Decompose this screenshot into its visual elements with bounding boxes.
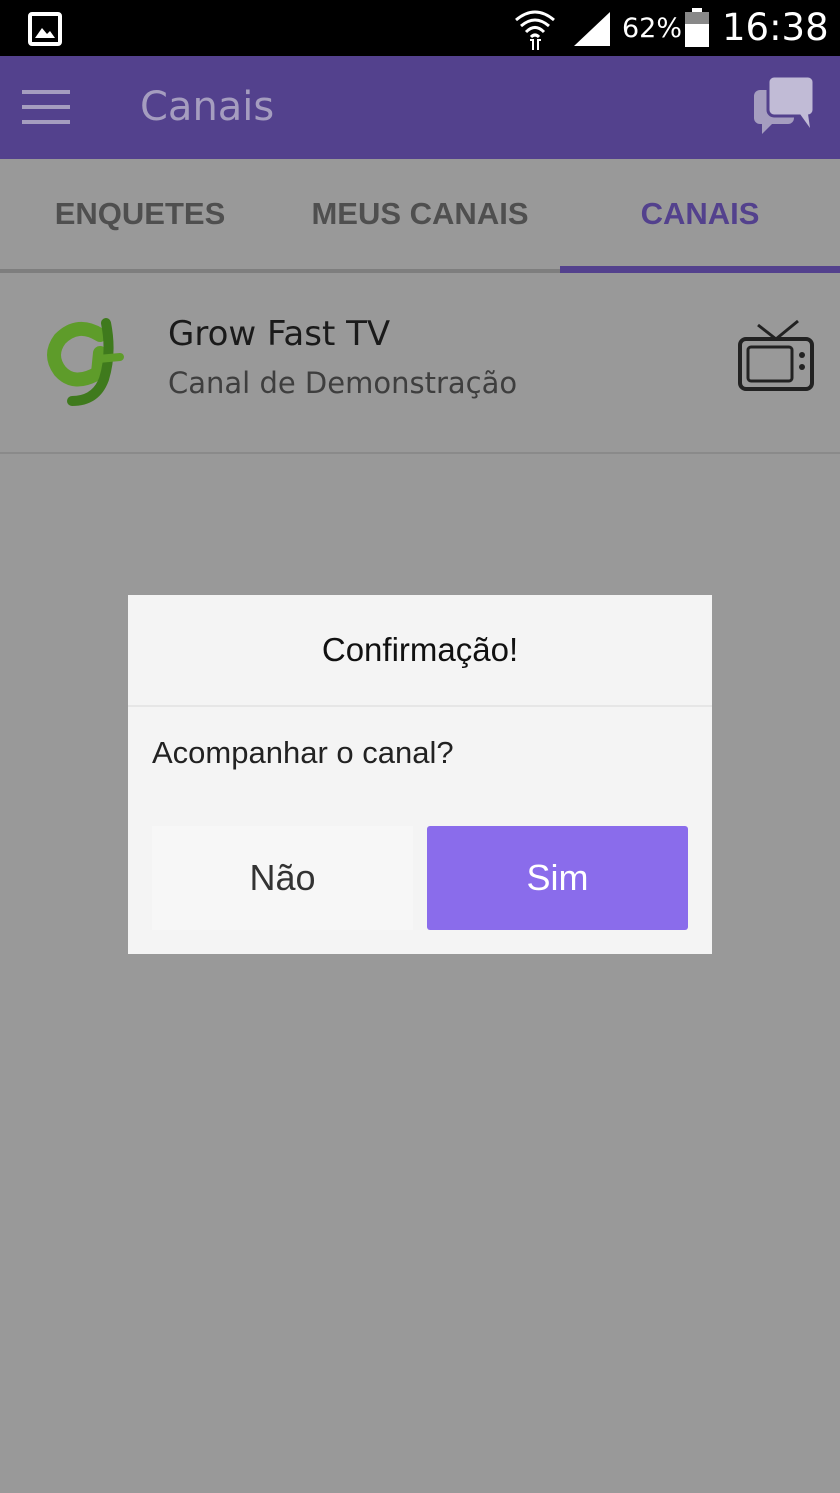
gallery-icon: [28, 12, 62, 46]
tv-icon: [738, 319, 814, 391]
status-bar: 62% 16:38: [0, 0, 840, 56]
list-item[interactable]: Grow Fast TV Canal de Demonstração: [0, 273, 840, 454]
active-tab-indicator: [560, 266, 840, 273]
tab-bar: ENQUETES MEUS CANAIS CANAIS: [0, 159, 840, 273]
cancel-button[interactable]: Não: [152, 826, 413, 930]
app-bar: Canais: [0, 56, 840, 159]
dialog-title: Confirmação!: [128, 595, 712, 707]
tab-enquetes[interactable]: ENQUETES: [0, 159, 280, 269]
chat-icon[interactable]: [752, 74, 818, 136]
clock: 16:38: [722, 6, 829, 49]
menu-icon[interactable]: [22, 86, 72, 128]
dialog-message: Acompanhar o canal?: [152, 735, 454, 770]
confirm-button[interactable]: Sim: [427, 826, 688, 930]
wifi-icon: [515, 10, 555, 50]
channel-description: Canal de Demonstração: [168, 366, 518, 400]
signal-icon: [574, 12, 610, 46]
page-title: Canais: [140, 84, 275, 130]
tab-meus-canais[interactable]: MEUS CANAIS: [280, 159, 560, 269]
battery-icon: [685, 8, 709, 47]
confirmation-dialog: Confirmação! Acompanhar o canal? Não Sim: [128, 595, 712, 954]
battery-percent: 62%: [622, 13, 683, 44]
tab-canais[interactable]: CANAIS: [560, 159, 840, 269]
channel-name: Grow Fast TV: [168, 314, 391, 354]
channel-logo: [47, 318, 124, 406]
